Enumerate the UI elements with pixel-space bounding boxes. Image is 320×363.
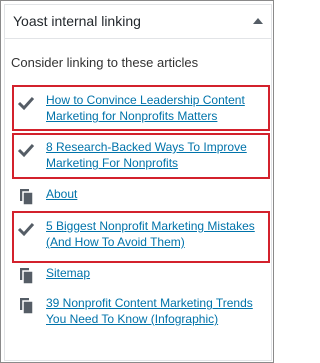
widget-header[interactable]: Yoast internal linking [5, 5, 271, 39]
highlight-box [12, 133, 270, 179]
suggested-article-link[interactable]: Sitemap [46, 265, 261, 281]
highlight-box [12, 85, 270, 131]
highlight-box [12, 211, 270, 263]
page-icon [20, 268, 34, 285]
screenshot-frame: Yoast internal linking Consider linking … [0, 0, 274, 363]
widget-title: Yoast internal linking [13, 13, 141, 29]
caret-up-icon[interactable] [251, 14, 265, 28]
suggested-article-link[interactable]: About [46, 186, 261, 202]
intro-text: Consider linking to these articles [11, 55, 199, 70]
page-icon [20, 189, 34, 206]
yoast-internal-linking-widget: Yoast internal linking Consider linking … [4, 4, 272, 361]
suggested-article-link[interactable]: 39 Nonprofit Content Marketing Trends Yo… [46, 295, 261, 327]
page-icon [20, 298, 34, 315]
